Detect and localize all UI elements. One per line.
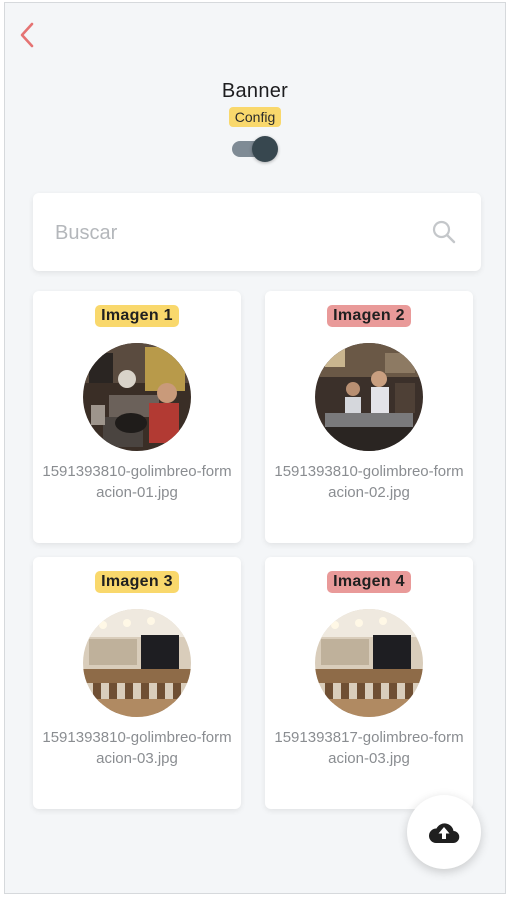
image-card-3[interactable]: Imagen 3 1591393810-golimbreo-formacion-…: [33, 557, 241, 809]
image-label-badge: Imagen 3: [95, 571, 179, 593]
image-label-badge: Imagen 4: [327, 571, 411, 593]
upload-button[interactable]: [407, 795, 481, 869]
image-label-badge: Imagen 1: [95, 305, 179, 327]
page-title: Banner: [221, 80, 289, 102]
app-screen: Banner Config Imagen 1: [4, 2, 506, 894]
image-thumbnail: [83, 609, 191, 717]
header: Banner Config: [5, 79, 505, 163]
search-input[interactable]: [53, 211, 397, 255]
config-toggle[interactable]: [230, 135, 280, 163]
chevron-left-icon: [20, 22, 34, 48]
image-filename: 1591393810-golimbreo-formacion-02.jpg: [274, 463, 464, 501]
image-thumbnail: [315, 343, 423, 451]
toggle-thumb: [252, 136, 278, 162]
image-card-1[interactable]: Imagen 1 1591393810-golimbreo-formacion-…: [33, 291, 241, 543]
config-badge: Config: [228, 107, 282, 127]
image-filename: 1591393817-golimbreo-formacion-03.jpg: [274, 729, 464, 767]
image-thumbnail: [315, 609, 423, 717]
search-box: [33, 193, 481, 271]
image-thumbnail: [83, 343, 191, 451]
search-icon[interactable]: [431, 219, 457, 245]
image-card-2[interactable]: Imagen 2 1591393810-golimbreo-formacion-…: [265, 291, 473, 543]
image-filename: 1591393810-golimbreo-formacion-01.jpg: [42, 463, 232, 501]
back-button[interactable]: [13, 17, 43, 53]
cloud-upload-icon: [428, 823, 460, 844]
image-label-badge: Imagen 2: [327, 305, 411, 327]
image-card-4[interactable]: Imagen 4 1591393817-golimbreo-formacion-…: [265, 557, 473, 809]
image-filename: 1591393810-golimbreo-formacion-03.jpg: [42, 729, 232, 767]
